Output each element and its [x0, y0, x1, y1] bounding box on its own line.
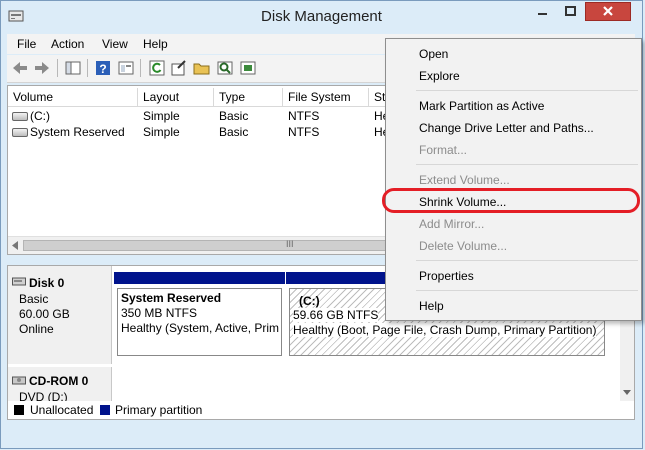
close-button[interactable] — [585, 2, 631, 21]
column-header-type[interactable]: Type — [214, 88, 283, 106]
disk-status: Online — [19, 322, 54, 336]
menu-item-format: Format... — [419, 143, 468, 157]
minimize-button[interactable] — [529, 2, 556, 21]
column-header-file-system[interactable]: File System — [283, 88, 369, 106]
scroll-down-icon[interactable] — [623, 390, 631, 396]
scroll-left-icon[interactable] — [11, 241, 19, 250]
export-icon[interactable] — [170, 59, 188, 77]
open-folder-icon[interactable] — [193, 59, 211, 77]
cd-rom-name: CD-ROM 0 — [29, 374, 89, 388]
settings-icon[interactable] — [239, 59, 257, 77]
volume-name: System Reserved — [30, 125, 125, 139]
help-icon[interactable]: ? — [94, 59, 112, 77]
partition-name: (C:) — [299, 294, 320, 308]
column-header-volume[interactable]: Volume — [8, 88, 138, 106]
table-row[interactable]: System Reserved Simple Basic NTFS He — [8, 124, 389, 140]
cd-rom-drive: DVD (D:) — [19, 390, 68, 401]
shrink-volume-highlight-ring — [382, 188, 640, 213]
menu-item-delete-volume: Delete Volume... — [419, 239, 508, 253]
maximize-icon — [565, 6, 576, 16]
properties-icon[interactable] — [117, 59, 135, 77]
search-disk-icon[interactable] — [216, 59, 234, 77]
menu-item-add-mirror: Add Mirror... — [419, 217, 485, 231]
table-row[interactable]: (C:) Simple Basic NTFS He — [8, 108, 389, 124]
disk-name: Disk 0 — [29, 276, 65, 290]
toolbar-separator — [57, 59, 58, 77]
menu-item-mark-active[interactable]: Mark Partition as Active — [419, 99, 544, 113]
menu-separator — [416, 90, 638, 91]
menu-item-explore[interactable]: Explore — [419, 69, 460, 83]
legend-swatch-primary — [100, 405, 110, 415]
disk-size: 60.00 GB — [19, 307, 70, 321]
legend-swatch-unallocated — [14, 405, 24, 415]
menu-action[interactable]: Action — [51, 37, 84, 51]
volume-layout: Simple — [143, 125, 180, 139]
menu-file[interactable]: File — [17, 37, 36, 51]
menu-separator — [416, 260, 638, 261]
maximize-button[interactable] — [557, 2, 584, 21]
volume-type: Basic — [219, 125, 249, 139]
back-arrow-icon[interactable] — [11, 59, 29, 77]
volume-file-system: NTFS — [288, 125, 320, 139]
minimize-icon — [538, 13, 547, 15]
partition-system-reserved[interactable]: System Reserved 350 MB NTFS Healthy (Sys… — [114, 272, 285, 360]
volume-type: Basic — [219, 109, 249, 123]
close-icon — [603, 6, 613, 16]
partition-body: System Reserved 350 MB NTFS Healthy (Sys… — [117, 288, 282, 356]
volume-layout: Simple — [143, 109, 180, 123]
console-tree-icon[interactable] — [64, 59, 82, 77]
title-bar[interactable]: Disk Management — [1, 1, 642, 33]
volume-name: (C:) — [30, 109, 50, 123]
toolbar-separator — [87, 59, 88, 77]
partition-size: 350 MB NTFS — [121, 306, 198, 320]
context-menu: Open Explore Mark Partition as Active Ch… — [385, 38, 642, 321]
drive-icon — [12, 112, 28, 121]
cd-rom-label[interactable]: CD-ROM 0 DVD (D:) — [8, 367, 112, 401]
partition-health: Healthy (Boot, Page File, Crash Dump, Pr… — [293, 323, 597, 337]
refresh-icon[interactable] — [148, 59, 166, 77]
legend-label-primary: Primary partition — [115, 403, 203, 417]
menu-item-extend-volume: Extend Volume... — [419, 173, 510, 187]
disk-0-label[interactable]: Disk 0 Basic 60.00 GB Online — [8, 266, 112, 364]
partition-health: Healthy (System, Active, Prim — [121, 321, 280, 335]
primary-partition-bar — [114, 272, 285, 284]
menu-help[interactable]: Help — [143, 37, 168, 51]
partition-name: System Reserved — [121, 291, 222, 305]
scroll-grip: III — [286, 239, 294, 249]
menu-view[interactable]: View — [102, 37, 128, 51]
drive-icon — [12, 128, 28, 137]
cd-rom-icon — [12, 376, 26, 385]
volume-file-system: NTFS — [288, 109, 320, 123]
disk-type: Basic — [19, 292, 49, 306]
legend-label-unallocated: Unallocated — [30, 403, 94, 417]
forward-arrow-icon[interactable] — [33, 59, 51, 77]
partition-size: 59.66 GB NTFS — [293, 308, 379, 322]
svg-text:?: ? — [99, 62, 106, 76]
menu-item-open[interactable]: Open — [419, 47, 448, 61]
menu-item-change-drive-letter[interactable]: Change Drive Letter and Paths... — [419, 121, 594, 135]
menu-item-properties[interactable]: Properties — [419, 269, 474, 283]
toolbar-separator — [140, 59, 141, 77]
column-header-layout[interactable]: Layout — [138, 88, 214, 106]
menu-separator — [416, 164, 638, 165]
legend: Unallocated Primary partition — [14, 403, 614, 419]
disk-icon — [12, 277, 26, 286]
menu-item-help[interactable]: Help — [419, 299, 444, 313]
menu-separator — [416, 290, 638, 291]
